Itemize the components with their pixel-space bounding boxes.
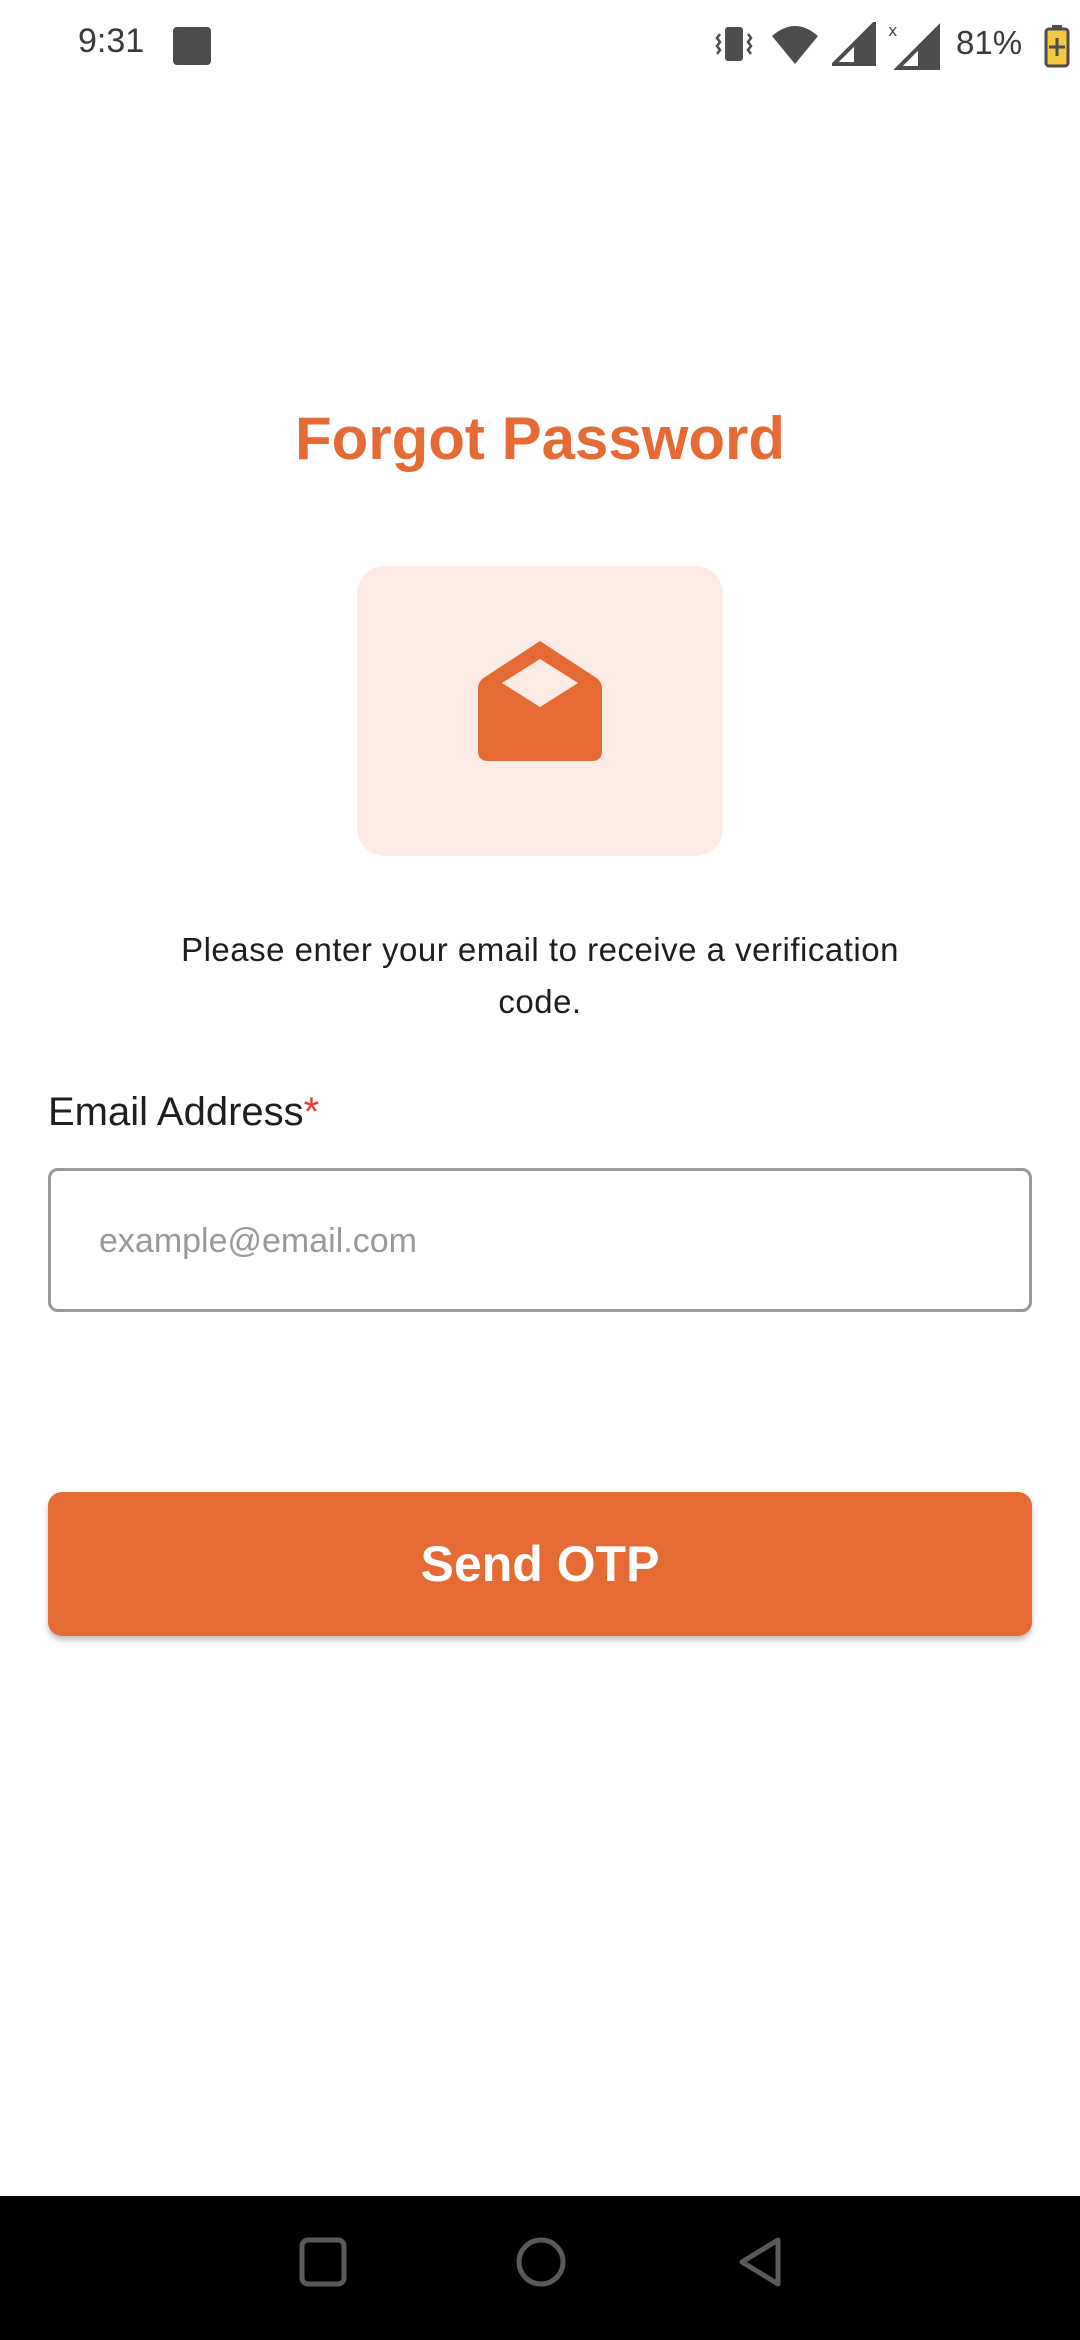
open-envelope-icon (478, 641, 602, 761)
instructions-text: Please enter your email to receive a ver… (181, 931, 899, 1020)
back-icon[interactable] (734, 2234, 786, 2290)
recents-icon[interactable] (298, 2234, 348, 2290)
battery-charging-icon (1044, 25, 1070, 68)
email-input[interactable] (97, 1171, 981, 1311)
send-otp-label: Send OTP (420, 1536, 660, 1592)
page-title: Forgot Password (294, 405, 786, 472)
email-label: Email Address* (48, 1090, 319, 1135)
home-icon[interactable] (514, 2234, 568, 2290)
navigation-bar (0, 2196, 1080, 2340)
status-time: 9:31 (78, 22, 145, 60)
email-label-text: Email Address (48, 1090, 304, 1134)
send-otp-button[interactable]: Send OTP (48, 1492, 1032, 1636)
status-bar: 9:31 x 81% (0, 0, 1080, 92)
wifi-icon (772, 26, 818, 64)
signal-icon (832, 22, 876, 66)
app-notification-icon (173, 27, 211, 65)
vibrate-icon (715, 27, 753, 61)
svg-text:x: x (888, 22, 897, 40)
icon-container (357, 566, 723, 856)
signal-no-service-icon: x (888, 22, 940, 70)
status-icons: x 81% (660, 0, 1080, 92)
email-field[interactable] (48, 1168, 1032, 1312)
battery-percentage: 81% (956, 24, 1023, 61)
required-mark: * (303, 1090, 320, 1134)
